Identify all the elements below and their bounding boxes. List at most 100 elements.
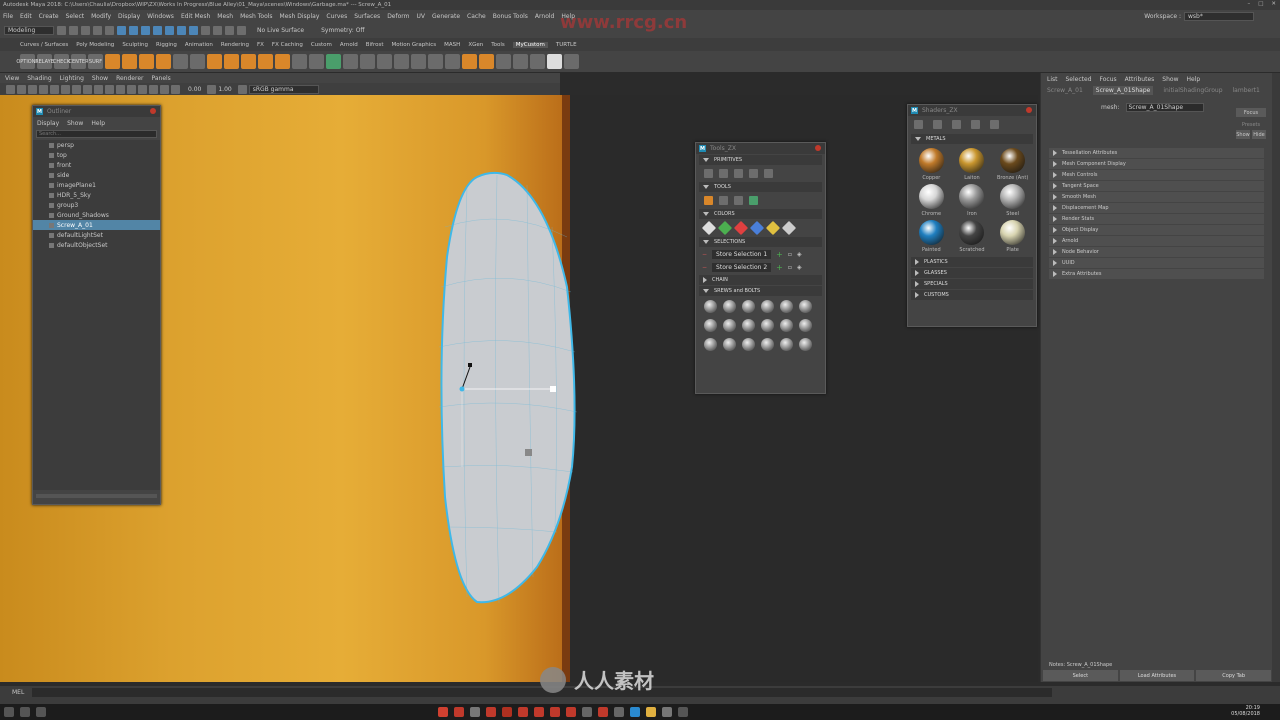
maximize-button[interactable]: □ <box>1258 1 1263 7</box>
menu-cache[interactable]: Cache <box>467 13 486 20</box>
plastics-section-header[interactable]: PLASTICS <box>911 257 1033 267</box>
file-explorer-icon[interactable] <box>646 707 656 717</box>
screws-section-header[interactable]: SREWS and BOLTS <box>699 286 822 296</box>
shelf-grid-icon[interactable] <box>173 54 188 69</box>
shelf-check-button[interactable]: CHECK <box>53 54 70 69</box>
shelf-plane-icon[interactable] <box>156 54 171 69</box>
shelf-merge-icon[interactable] <box>258 54 273 69</box>
section-tangent-space[interactable]: Tangent Space <box>1049 181 1264 191</box>
section-render-stats[interactable]: Render Stats <box>1049 214 1264 224</box>
prim-cylinder-icon[interactable] <box>719 169 728 178</box>
shelf-combine-icon[interactable] <box>275 54 290 69</box>
select-by-component-icon[interactable] <box>141 26 150 35</box>
material-iron[interactable]: Iron <box>953 184 991 217</box>
shelf-render-icon[interactable] <box>445 54 460 69</box>
app-pen-icon[interactable] <box>534 707 544 717</box>
lights-icon[interactable] <box>105 84 114 94</box>
panel-menu-lighting[interactable]: Lighting <box>60 75 84 82</box>
customs-section-header[interactable]: CUSTOMS <box>911 290 1033 300</box>
maya-app-icon[interactable] <box>502 707 512 717</box>
shelf-tab-rigging[interactable]: Rigging <box>156 42 177 48</box>
ae-menu-help[interactable]: Help <box>1186 76 1200 83</box>
panel-menu-panels[interactable]: Panels <box>151 75 170 82</box>
app-r-icon[interactable] <box>598 707 608 717</box>
material-assign-icon[interactable] <box>914 120 923 129</box>
menu-create[interactable]: Create <box>39 13 59 20</box>
smooth-shade-icon[interactable] <box>83 84 92 94</box>
color-white-icon[interactable] <box>701 220 717 236</box>
list-item[interactable]: front <box>33 160 160 170</box>
screw-icon[interactable] <box>742 300 755 313</box>
tab-shape[interactable]: Screw_A_01Shape <box>1092 86 1154 95</box>
screw-icon[interactable] <box>780 300 793 313</box>
app-tool-icon[interactable] <box>582 707 592 717</box>
save-scene-icon[interactable] <box>81 26 90 35</box>
shelf-uv-icon[interactable] <box>343 54 358 69</box>
grid-icon[interactable] <box>39 84 48 94</box>
screw-icon[interactable] <box>780 338 793 351</box>
shelf-tab-rendering[interactable]: Rendering <box>221 42 249 48</box>
gamma-value[interactable]: 1.00 <box>218 86 231 93</box>
section-node-behavior[interactable]: Node Behavior <box>1049 247 1264 257</box>
remove-icon[interactable]: − <box>702 251 707 258</box>
tool-cube-icon[interactable] <box>749 196 758 205</box>
shelf-tab-curves-surfaces[interactable]: Curves / Surfaces <box>20 42 68 48</box>
ae-menu-focus[interactable]: Focus <box>1100 76 1117 83</box>
material-steel[interactable]: Steel <box>994 184 1032 217</box>
isolate-select-icon[interactable] <box>149 84 158 94</box>
lock-icon[interactable]: ▫ <box>788 251 792 258</box>
color-management-icon[interactable] <box>237 84 247 94</box>
menu-deform[interactable]: Deform <box>387 13 409 20</box>
screw-icon[interactable] <box>723 338 736 351</box>
menu-bonus-tools[interactable]: Bonus Tools <box>493 13 528 20</box>
store-selection-1-button[interactable]: Store Selection 1 <box>712 250 772 259</box>
list-item[interactable]: defaultObjectSet <box>33 240 160 250</box>
app-x-icon[interactable] <box>614 707 624 717</box>
section-tessellation[interactable]: Tessellation Attributes <box>1049 148 1264 158</box>
new-scene-icon[interactable] <box>57 26 66 35</box>
add-icon[interactable]: + <box>776 250 783 259</box>
minimize-button[interactable]: – <box>1247 1 1250 7</box>
metals-section-header[interactable]: METALS <box>911 134 1033 144</box>
shelf-tab-animation[interactable]: Animation <box>185 42 213 48</box>
search-icon[interactable] <box>20 707 30 717</box>
select-by-hierarchy-icon[interactable] <box>117 26 126 35</box>
hide-button[interactable]: Hide <box>1252 130 1266 139</box>
section-smooth-mesh[interactable]: Smooth Mesh <box>1049 192 1264 202</box>
outliner-search-input[interactable]: Search... <box>36 130 157 138</box>
section-arnold[interactable]: Arnold <box>1049 236 1264 246</box>
shelf-tab-arnold[interactable]: Arnold <box>340 42 358 48</box>
ae-menu-attributes[interactable]: Attributes <box>1125 76 1155 83</box>
shelf-camera-icon[interactable] <box>428 54 443 69</box>
app-3-icon[interactable] <box>518 707 528 717</box>
bolt-icon[interactable] <box>799 319 812 332</box>
app-c-icon[interactable] <box>678 707 688 717</box>
menu-mesh-tools[interactable]: Mesh Tools <box>240 13 272 20</box>
focus-button[interactable]: Focus <box>1236 108 1266 117</box>
screw-icon[interactable] <box>704 319 717 332</box>
tool-bevel-icon[interactable] <box>704 196 713 205</box>
prim-sphere-icon[interactable] <box>734 169 743 178</box>
store-selection-2-button[interactable]: Store Selection 2 <box>712 263 772 272</box>
snap-grid-icon[interactable] <box>153 26 162 35</box>
select-by-object-icon[interactable] <box>129 26 138 35</box>
menu-mesh[interactable]: Mesh <box>217 13 233 20</box>
menu-select[interactable]: Select <box>66 13 85 20</box>
menu-surfaces[interactable]: Surfaces <box>354 13 380 20</box>
menu-mesh-display[interactable]: Mesh Display <box>280 13 320 20</box>
mel-label[interactable]: MEL <box>12 689 24 696</box>
menu-file[interactable]: File <box>3 13 13 20</box>
shelf-brush-icon[interactable] <box>513 54 528 69</box>
material-copper[interactable]: Copper <box>912 148 950 181</box>
color-reset-icon[interactable] <box>781 220 797 236</box>
shelf-filter-icon[interactable] <box>547 54 562 69</box>
menu-display[interactable]: Display <box>118 13 140 20</box>
specials-section-header[interactable]: SPECIALS <box>911 279 1033 289</box>
tab-transform[interactable]: Screw_A_01 <box>1047 87 1083 94</box>
exposure-value[interactable]: 0.00 <box>188 86 201 93</box>
shelf-options-button[interactable]: OPTIONS <box>16 54 39 69</box>
material-painted[interactable]: Painted <box>912 220 950 253</box>
image-plane-icon[interactable] <box>28 84 37 94</box>
tools-section-header[interactable]: TOOLS <box>699 182 822 192</box>
exposure-icon[interactable] <box>171 84 180 94</box>
